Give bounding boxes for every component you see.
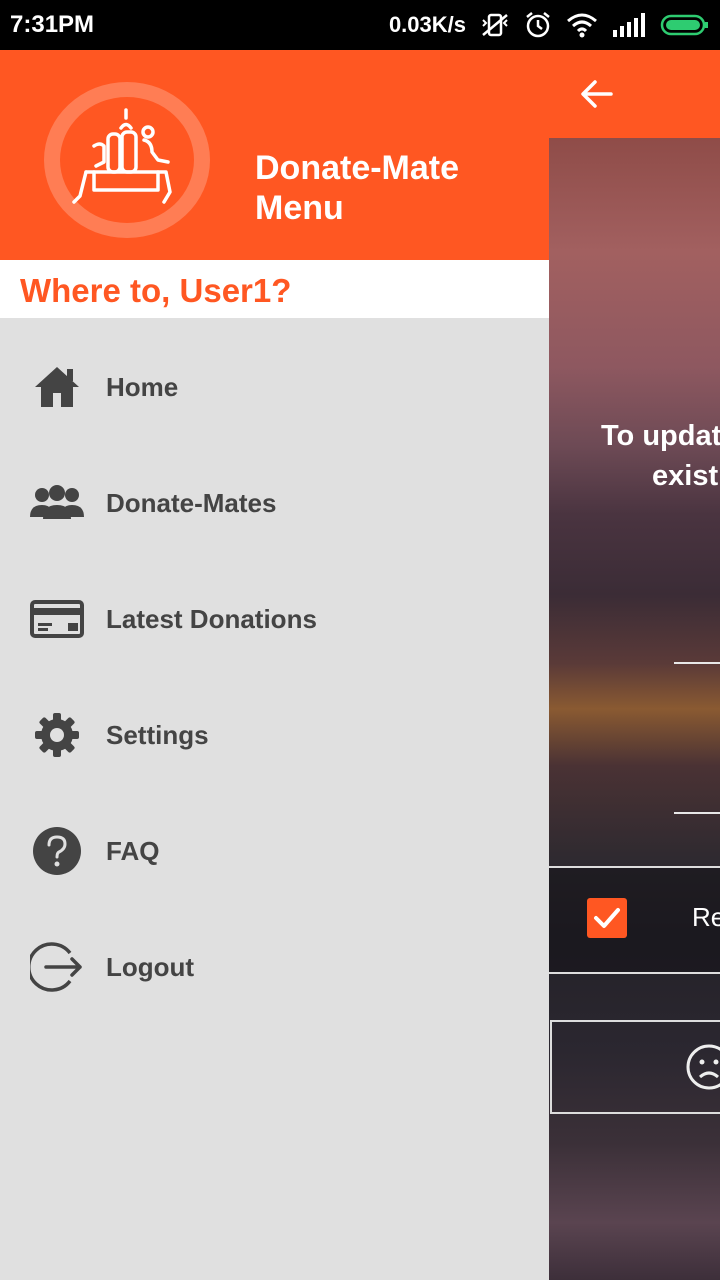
menu-item-latest-donations[interactable]: Latest Donations	[0, 561, 549, 677]
help-icon	[30, 824, 84, 878]
menu-label-faq: FAQ	[106, 835, 160, 866]
menu-item-settings[interactable]: Settings	[0, 677, 549, 793]
wifi-icon	[566, 12, 598, 38]
alarm-icon	[524, 11, 552, 39]
menu-label-latest-donations: Latest Donations	[106, 603, 317, 634]
navigation-drawer: Donate-Mate Menu Where to, User1? Home D…	[0, 50, 549, 1280]
menu-label-donate-mates: Donate-Mates	[106, 487, 277, 518]
menu-item-home[interactable]: Home	[0, 329, 549, 445]
bg-toolbar	[549, 50, 720, 138]
drawer-title-line1: Donate-Mate	[255, 149, 460, 187]
checkbox[interactable]	[587, 898, 627, 938]
status-bar: 7:31PM 0.03K/s	[0, 0, 720, 50]
menu-label-home: Home	[106, 371, 179, 402]
bg-text-line2: exist	[652, 460, 719, 492]
greeting-text: Where to, User1?	[20, 272, 292, 309]
vibrate-off-icon	[480, 11, 510, 39]
drawer-header: Donate-Mate Menu	[0, 50, 549, 260]
gear-icon	[30, 708, 84, 762]
bg-text-line1: To updat	[601, 420, 720, 452]
status-time: 7:31PM	[10, 11, 95, 38]
bg-sad-button[interactable]	[550, 1020, 720, 1114]
sad-face-icon	[684, 1042, 720, 1097]
card-icon	[30, 592, 84, 646]
menu-label-logout: Logout	[106, 951, 195, 982]
drawer-title: Donate-Mate Menu	[255, 148, 515, 228]
donate-mate-logo-icon	[66, 106, 186, 216]
menu-label-settings: Settings	[106, 719, 209, 750]
logout-icon	[30, 940, 84, 994]
battery-icon	[660, 13, 710, 37]
group-icon	[30, 476, 84, 530]
menu-item-donate-mates[interactable]: Donate-Mates	[0, 445, 549, 561]
bg-input-underline	[674, 662, 720, 664]
bg-checkbox-row: Re	[549, 866, 720, 974]
signal-icon	[612, 12, 646, 38]
back-arrow-icon[interactable]	[577, 74, 617, 114]
drawer-title-line2: Menu	[255, 189, 344, 227]
net-speed: 0.03K/s	[388, 12, 466, 37]
checkbox-label: Re	[692, 902, 720, 932]
menu-item-faq[interactable]: FAQ	[0, 793, 549, 909]
home-icon	[30, 360, 84, 414]
greeting-bar: Where to, User1?	[0, 260, 549, 318]
menu-item-logout[interactable]: Logout	[0, 909, 549, 1025]
bg-input-underline	[674, 812, 720, 814]
background-screen: To updat exist Re	[549, 50, 720, 1280]
